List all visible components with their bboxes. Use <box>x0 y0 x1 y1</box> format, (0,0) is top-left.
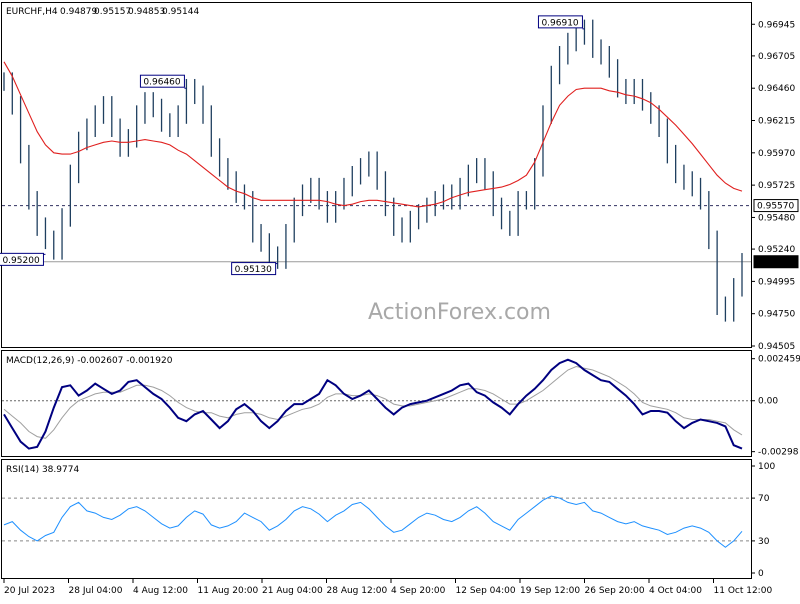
moving-average-line <box>3 61 743 208</box>
macd-y-tick-label: 0.002459 <box>758 355 800 365</box>
price-y-tick-label: 0.96945 <box>758 20 795 30</box>
header-low: 0.94853 <box>128 7 165 17</box>
macd-y-tick-label: -0.00298 <box>758 448 799 458</box>
rsi-title: RSI(14) 38.9774 <box>6 465 79 475</box>
x-tick-label: 4 Oct 04:00 <box>649 586 702 596</box>
rsi-y-tick-label: 30 <box>758 537 770 547</box>
price-y-tick-label: 0.94995 <box>758 277 795 287</box>
x-tick-label: 19 Sep 12:00 <box>520 586 580 596</box>
rsi-layer <box>2 495 751 548</box>
header-symbol: EURCHF,H4 <box>6 7 58 17</box>
rsi-y-tick-label: 100 <box>758 462 775 472</box>
header-open: 0.94879 <box>60 7 97 17</box>
x-tick-label: 4 Aug 12:00 <box>133 586 188 596</box>
x-tick-label: 26 Sep 20:00 <box>585 586 645 596</box>
macd-layer <box>2 358 751 450</box>
rsi-line <box>3 495 743 548</box>
price-y-tick-label: 0.96460 <box>758 84 795 94</box>
price-y-tick-label: 0.95480 <box>758 213 795 223</box>
watermark: ActionForex.com <box>368 300 551 325</box>
chart-root: EURCHF,H4 0.94879 0.95157 0.94853 0.9514… <box>0 0 800 600</box>
price-y-tick-label: 0.95970 <box>758 149 795 159</box>
macd-panel-border <box>1 350 752 457</box>
price-annotation-label: 0.96460 <box>143 78 180 88</box>
price-y-tick-label: 0.94750 <box>758 310 795 320</box>
macd-line <box>3 358 743 450</box>
x-tick-label: 28 Aug 12:00 <box>327 586 388 596</box>
x-tick-label: 21 Aug 04:00 <box>262 586 323 596</box>
price-y-tick-label: 0.94505 <box>758 342 795 352</box>
chart-svg: EURCHF,H4 0.94879 0.95157 0.94853 0.9514… <box>0 2 800 596</box>
price-annotation-label: 0.95130 <box>235 265 272 275</box>
rsi-y-tick-label: 70 <box>758 494 770 504</box>
macd-title: MACD(12,26,9) -0.002607 -0.001920 <box>6 356 173 366</box>
price-y-tick-label: 0.96215 <box>758 117 795 127</box>
price-y-tick-label: 0.95725 <box>758 181 795 191</box>
x-tick-label: 12 Sep 04:00 <box>456 586 516 596</box>
price-y-tick-label: 0.96705 <box>758 52 795 62</box>
price-annotation-label: 0.96910 <box>541 18 578 28</box>
price-annotation-label: 0.95200 <box>2 256 39 266</box>
x-tick-label: 20 Jul 2023 <box>4 586 55 596</box>
x-tick-label: 28 Jul 04:00 <box>69 586 123 596</box>
rsi-panel-border <box>1 459 752 579</box>
macd-y-tick-label: 0.00 <box>758 397 778 407</box>
price-level-axis-label: 0.95144 <box>757 258 794 268</box>
x-tick-label: 11 Oct 12:00 <box>714 586 773 596</box>
rsi-y-tick-label: 0 <box>758 569 764 579</box>
header-close: 0.95144 <box>162 7 199 17</box>
x-tick-label: 4 Sep 20:00 <box>391 586 446 596</box>
price-level-axis-label: 0.95570 <box>757 202 794 212</box>
price-layer: 0.95200 0.96460 0.95130 0.96910 <box>0 15 751 322</box>
price-y-tick-label: 0.95240 <box>758 245 795 255</box>
header-high: 0.95157 <box>94 7 131 17</box>
x-tick-label: 11 Aug 20:00 <box>198 586 259 596</box>
